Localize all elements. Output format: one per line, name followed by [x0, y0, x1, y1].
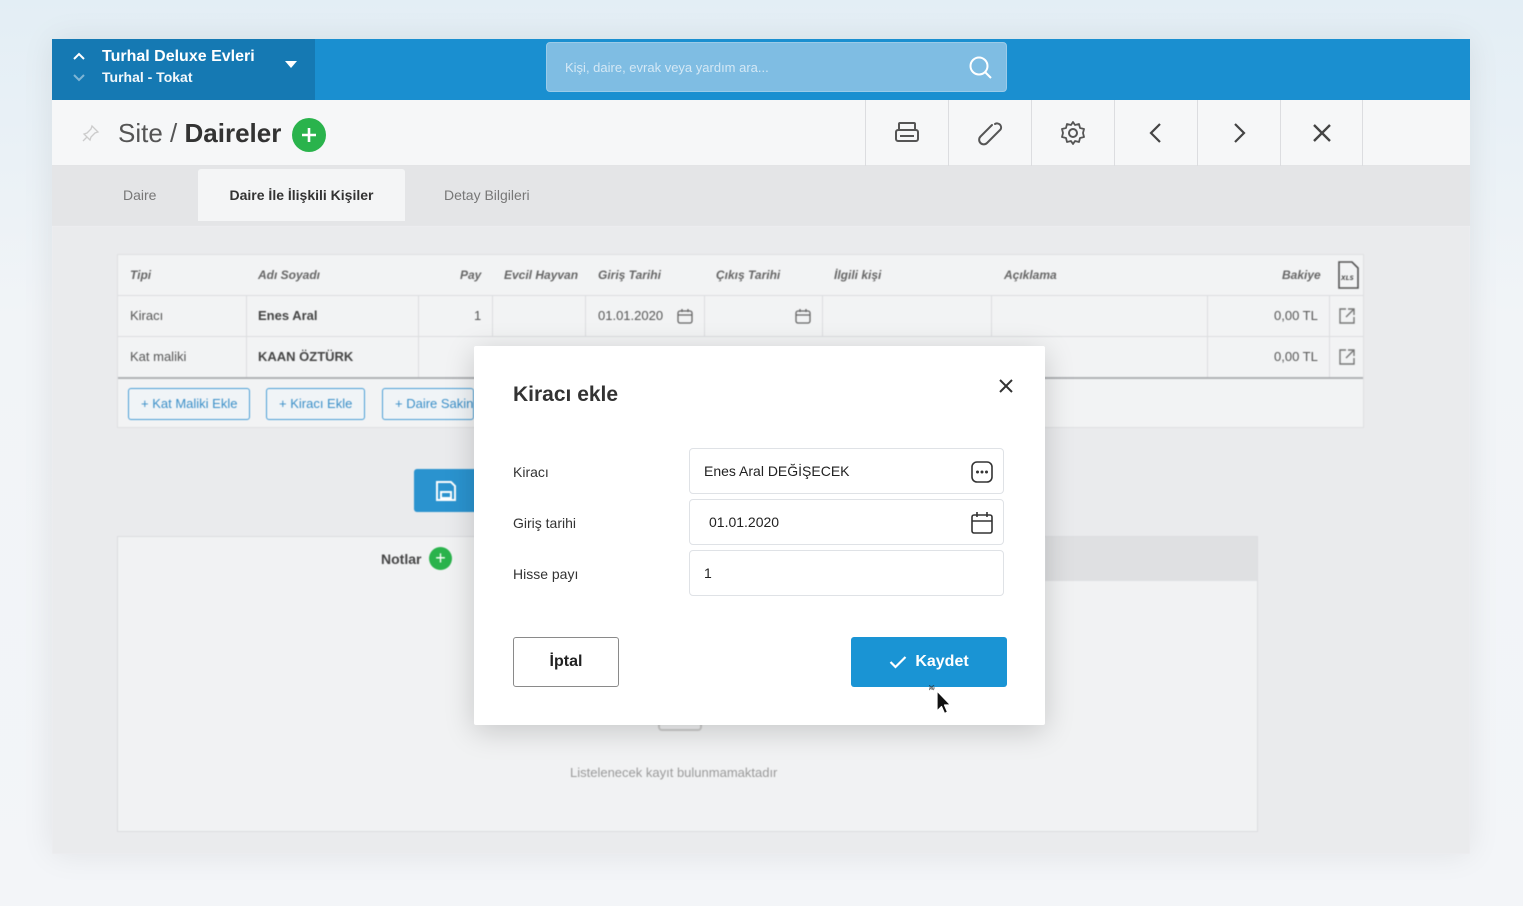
- chevron-down-icon[interactable]: [72, 70, 86, 86]
- save-button-label: Kaydet: [915, 653, 969, 670]
- grid-header: Tipi Adı Soyadı Pay Evcil Hayvan Giriş T…: [118, 255, 1363, 295]
- tenant-label: Kiracı: [513, 464, 549, 480]
- cancel-button[interactable]: İptal: [513, 637, 619, 687]
- row-pay: 1: [474, 308, 482, 323]
- caret-down-icon[interactable]: [285, 61, 297, 68]
- add-tenant-dialog: Kiracı ekle Kiracı Giriş tarihi Hisse pa…: [474, 346, 1045, 725]
- search-input[interactable]: [547, 43, 1006, 91]
- site-location: Turhal - Tokat: [102, 69, 193, 85]
- col-tipi: Tipi: [130, 268, 152, 282]
- tab-daire[interactable]: Daire: [88, 169, 191, 221]
- more-options-icon[interactable]: [970, 460, 994, 489]
- save-icon: [436, 481, 456, 501]
- previous-button[interactable]: [1114, 100, 1197, 166]
- tab-bar: Daire Daire İle İlişkili Kişiler Detay B…: [52, 166, 1470, 226]
- open-external-icon[interactable]: [1338, 307, 1356, 328]
- gear-icon: [1061, 121, 1085, 145]
- empty-notes-text: Listelenecek kayıt bulunmamaktadır: [570, 765, 778, 780]
- title-main: Daireler: [184, 118, 282, 148]
- top-bar: Turhal Deluxe Evleri Turhal - Tokat: [52, 39, 1470, 100]
- row-tipi: Kat maliki: [130, 349, 187, 364]
- paperclip-icon: [978, 122, 1003, 146]
- calendar-icon[interactable]: [970, 511, 994, 540]
- print-button[interactable]: [865, 100, 948, 166]
- search-icon[interactable]: [968, 55, 994, 86]
- tenant-input[interactable]: [690, 449, 1003, 493]
- col-ilgili-kisi: İlgili kişi: [834, 268, 882, 282]
- chevron-right-icon: [1234, 123, 1246, 143]
- settings-button[interactable]: [1031, 100, 1114, 166]
- col-adi-soyadi: Adı Soyadı: [258, 268, 321, 282]
- page-title: Site / Daireler: [118, 118, 281, 149]
- dialog-close-button[interactable]: [995, 375, 1017, 397]
- col-bakiye: Bakiye: [1282, 268, 1321, 282]
- entry-date-field[interactable]: [689, 499, 1004, 545]
- next-button[interactable]: [1197, 100, 1280, 166]
- add-note-button[interactable]: +: [429, 547, 452, 570]
- chevron-left-icon: [1149, 123, 1161, 143]
- site-name: Turhal Deluxe Evleri: [102, 48, 255, 65]
- close-page-button[interactable]: [1280, 100, 1363, 166]
- calendar-icon[interactable]: [795, 308, 811, 327]
- close-icon: [1312, 124, 1331, 142]
- add-kiraci-button[interactable]: + Kiracı Ekle: [266, 388, 366, 420]
- add-daire-sakini-button[interactable]: + Daire Sakini Ekle: [382, 388, 474, 420]
- col-pay: Pay: [460, 268, 482, 282]
- plus-icon: [302, 128, 316, 142]
- pin-icon[interactable]: [82, 124, 100, 147]
- share-field[interactable]: [689, 550, 1004, 596]
- col-evcil-hayvan: Evcil Hayvan: [504, 268, 579, 282]
- table-row[interactable]: Kiracı Enes Aral 1 01.01.2020 0,00 TL: [118, 295, 1363, 337]
- check-icon: [890, 656, 907, 669]
- share-input[interactable]: [690, 551, 1003, 595]
- add-daire-button[interactable]: [292, 118, 326, 152]
- chevron-up-icon[interactable]: [72, 48, 86, 64]
- site-switcher[interactable]: Turhal Deluxe Evleri Turhal - Tokat: [52, 39, 315, 100]
- row-tipi: Kiracı: [130, 308, 164, 323]
- dialog-title: Kiracı ekle: [513, 383, 619, 406]
- tenant-field[interactable]: [689, 448, 1004, 494]
- row-giris: 01.01.2020: [598, 308, 664, 323]
- share-label: Hisse payı: [513, 566, 579, 582]
- entry-date-input[interactable]: [690, 500, 1003, 544]
- open-external-icon[interactable]: [1338, 348, 1356, 369]
- row-bakiye: 0,00 TL: [1274, 349, 1318, 364]
- mouse-cursor-icon: [928, 684, 955, 722]
- col-cikis-tarihi: Çıkış Tarihi: [716, 268, 781, 282]
- col-giris-tarihi: Giriş Tarihi: [598, 268, 661, 282]
- col-aciklama: Açıklama: [1004, 268, 1057, 282]
- close-icon: [999, 379, 1013, 393]
- row-ad: Enes Aral: [258, 308, 318, 323]
- add-kat-maliki-button[interactable]: + Kat Maliki Ekle: [128, 388, 251, 420]
- tab-detay-bilgileri[interactable]: Detay Bilgileri: [409, 169, 565, 221]
- row-ad: KAAN ÖZTÜRK: [258, 349, 354, 364]
- title-prefix: Site /: [118, 118, 185, 148]
- row-bakiye: 0,00 TL: [1274, 308, 1318, 323]
- toolbar-actions: [865, 100, 1363, 166]
- calendar-icon[interactable]: [677, 308, 693, 327]
- search-box[interactable]: [546, 42, 1007, 92]
- svg-text:XLS: XLS: [1340, 275, 1354, 282]
- notes-title: Notlar: [381, 551, 422, 567]
- save-button[interactable]: Kaydet: [851, 637, 1007, 687]
- tab-daire-ile-iliskili-kisiler[interactable]: Daire İle İlişkili Kişiler: [198, 169, 405, 221]
- entry-date-label: Giriş tarihi: [513, 515, 577, 531]
- attachment-button[interactable]: [948, 100, 1031, 166]
- page-toolbar: Site / Daireler: [52, 100, 1470, 166]
- print-icon: [895, 122, 919, 142]
- xls-export-icon[interactable]: XLS: [1337, 261, 1359, 292]
